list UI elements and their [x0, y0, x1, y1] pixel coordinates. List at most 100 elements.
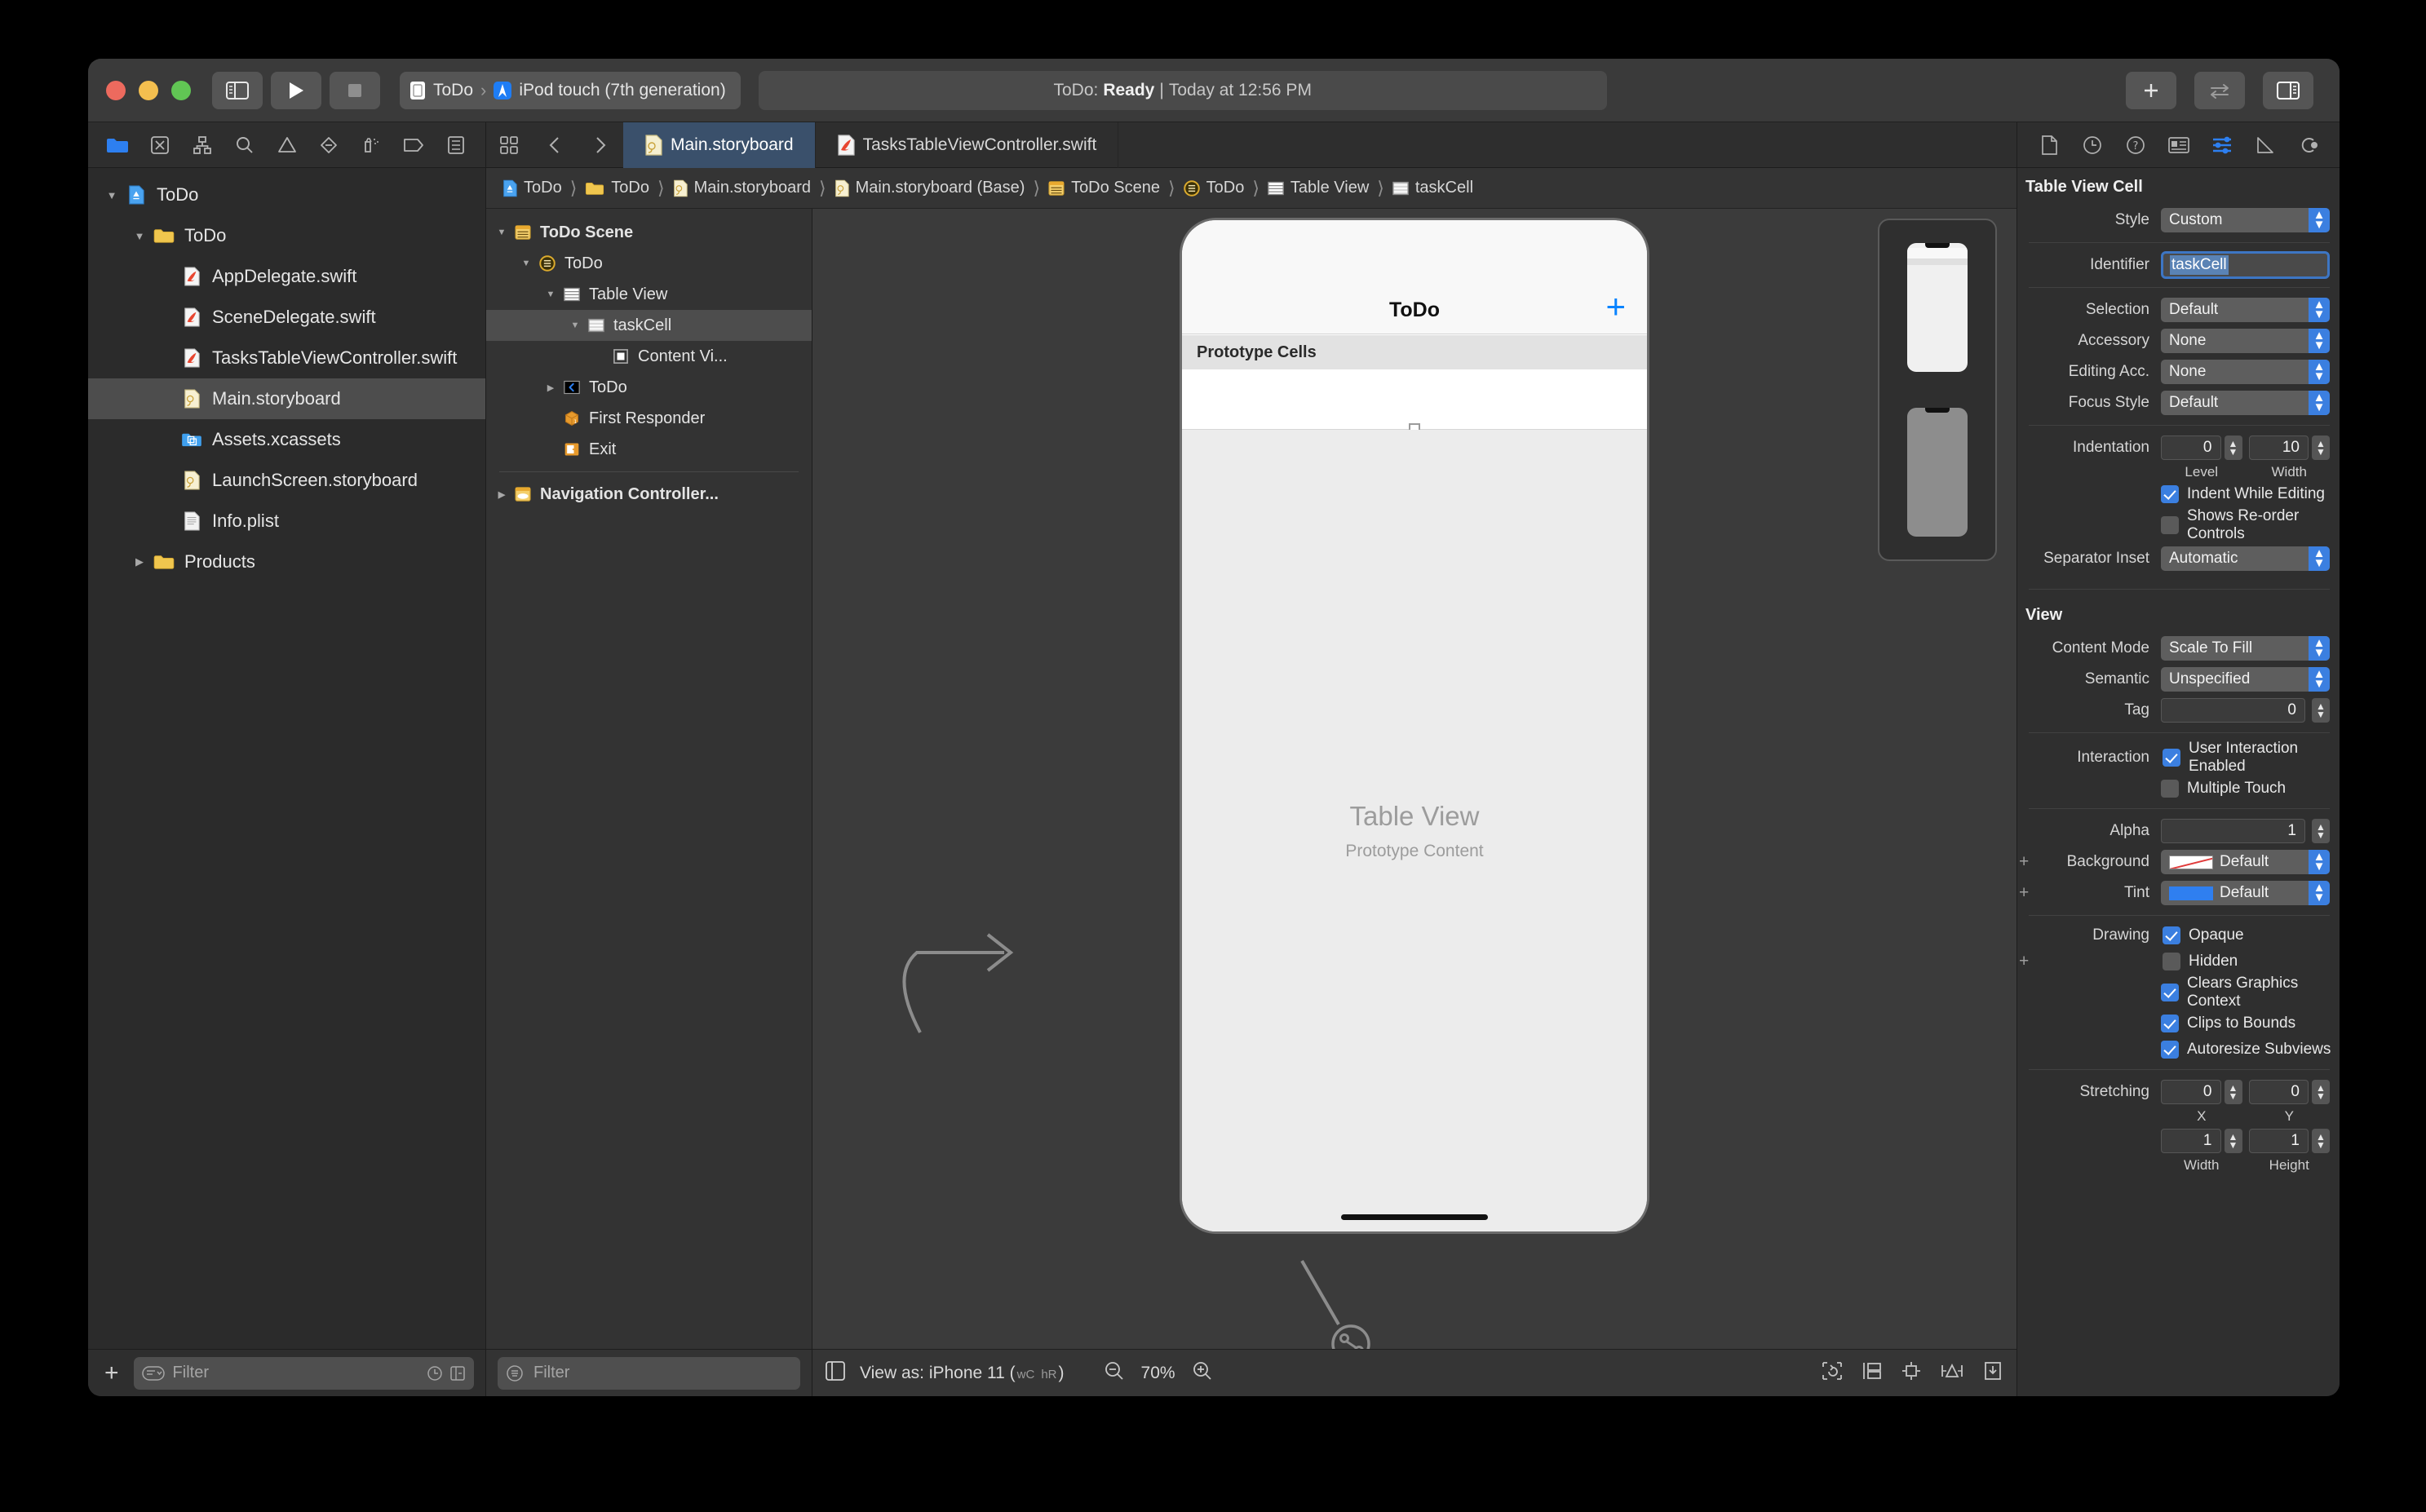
breadcrumb-item[interactable]: ToDo Scene	[1043, 179, 1165, 197]
clips-to-bounds-row[interactable]: Clips to Bounds	[2017, 1010, 2340, 1037]
breadcrumb-item[interactable]: Main.storyboard	[668, 179, 816, 198]
file-tree-row[interactable]: Main.storyboard	[88, 378, 485, 419]
file-tree-row[interactable]: Info.plist	[88, 501, 485, 542]
jump-bar-breadcrumb[interactable]: ToDo ⟩ ToDo ⟩ Main.storyboard ⟩ Main.storyboar…	[486, 168, 2017, 209]
style-popup[interactable]: Custom ▲ ▼	[2161, 208, 2330, 232]
indentation-level-stepper[interactable]: ▲ ▼	[2224, 435, 2242, 460]
source-control-navigator-tab[interactable]	[139, 126, 181, 164]
multiple-touch-row[interactable]: Multiple Touch	[2017, 776, 2340, 802]
outline-filter-field[interactable]: Filter	[498, 1356, 800, 1390]
zoom-in-button[interactable]	[1192, 1360, 1213, 1386]
add-file-button[interactable]: +	[100, 1360, 124, 1386]
add-editor-button[interactable]	[2126, 71, 2176, 109]
zoom-out-button[interactable]	[1104, 1360, 1125, 1386]
multiple-touch-checkbox[interactable]	[2161, 780, 2179, 798]
file-tree-row[interactable]: TasksTableViewController.swift	[88, 338, 485, 378]
indent-while-editing-checkbox[interactable]	[2161, 485, 2179, 503]
add-task-bar-button[interactable]: +	[1605, 290, 1626, 324]
file-tree-row[interactable]: LaunchScreen.storyboard	[88, 460, 485, 501]
view-as-label[interactable]: View as: iPhone 11 (wC hR)	[860, 1364, 1065, 1383]
file-tree-row[interactable]: Assets.xcassets	[88, 419, 485, 460]
project-file-tree[interactable]: ▼ ToDo ▼ ToDo AppDelegate.swift SceneDelegate…	[88, 168, 485, 1349]
alpha-stepper[interactable]: ▲ ▼	[2312, 819, 2330, 843]
file-tree-row[interactable]: SceneDelegate.swift	[88, 297, 485, 338]
disclosure-triangle-right-icon[interactable]: ▶	[129, 555, 150, 568]
editor-tab-tasks-controller[interactable]: TasksTableViewController.swift	[816, 122, 1119, 168]
embed-in-button[interactable]	[1862, 1360, 1883, 1386]
alpha-input[interactable]: 1	[2161, 819, 2305, 843]
add-new-constraints-button[interactable]	[1940, 1360, 1964, 1386]
background-color-popup[interactable]: Default ▲ ▼	[2161, 850, 2330, 874]
file-inspector-tab[interactable]	[2033, 129, 2065, 161]
device-preview-thumbnail[interactable]	[1888, 228, 1987, 387]
breadcrumb-item[interactable]: ToDo	[580, 179, 654, 197]
disclosure-triangle-down-icon[interactable]: ▼	[129, 230, 150, 242]
maximize-window-button[interactable]	[171, 80, 191, 100]
user-interaction-enabled-checkbox[interactable]	[2163, 749, 2180, 767]
hidden-checkbox[interactable]	[2163, 953, 2180, 970]
shows-reorder-controls-checkbox[interactable]	[2161, 516, 2179, 534]
close-window-button[interactable]	[106, 80, 126, 100]
opaque-checkbox[interactable]	[2163, 926, 2180, 944]
breakpoint-navigator-tab[interactable]	[392, 126, 435, 164]
document-outline-toggle-button[interactable]	[826, 1360, 845, 1386]
disclosure-triangle-right-icon[interactable]: ▶	[542, 382, 560, 393]
minimize-window-button[interactable]	[139, 80, 158, 100]
stretch-y-stepper[interactable]: ▲ ▼	[2312, 1080, 2330, 1104]
focus-style-popup[interactable]: Default ▲ ▼	[2161, 391, 2330, 415]
editor-tab-main-storyboard[interactable]: Main.storyboard	[623, 122, 816, 168]
separator-inset-popup[interactable]: Automatic ▲ ▼	[2161, 546, 2330, 571]
issue-navigator-tab[interactable]	[266, 126, 308, 164]
breadcrumb-item[interactable]: taskCell	[1388, 179, 1478, 197]
autoresize-subviews-row[interactable]: Autoresize Subviews	[2017, 1037, 2340, 1063]
tint-color-popup[interactable]: Default ▲ ▼	[2161, 881, 2330, 905]
source-control-filter-icon[interactable]	[449, 1365, 466, 1382]
align-button[interactable]	[1901, 1360, 1922, 1386]
content-mode-popup[interactable]: Scale To Fill ▲ ▼	[2161, 636, 2330, 661]
project-navigator-tab[interactable]	[96, 126, 139, 164]
history-inspector-tab[interactable]	[2076, 129, 2109, 161]
navigate-forward-button[interactable]	[578, 135, 623, 155]
run-button[interactable]	[271, 71, 321, 109]
disclosure-triangle-down-icon[interactable]: ▼	[517, 259, 535, 268]
disclosure-triangle-down-icon[interactable]: ▼	[542, 290, 560, 299]
accessory-popup[interactable]: None ▲ ▼	[2161, 329, 2330, 353]
clips-to-bounds-checkbox[interactable]	[2161, 1015, 2179, 1032]
outline-row[interactable]: ▶ Navigation Controller...	[486, 479, 812, 510]
outline-row[interactable]: ▼ Table View	[486, 279, 812, 310]
prototype-cell-taskcell[interactable]	[1182, 369, 1647, 435]
indentation-level-input[interactable]: 0	[2161, 435, 2221, 460]
stretch-width-input[interactable]: 1	[2161, 1129, 2221, 1153]
breadcrumb-item[interactable]: ToDo	[498, 179, 567, 198]
outline-row[interactable]: ▼ ToDo	[486, 248, 812, 279]
outline-row[interactable]: 1 First Responder	[486, 403, 812, 434]
quick-help-inspector-tab[interactable]: ?	[2119, 129, 2152, 161]
iphone-device-preview[interactable]: ToDo + Prototype Cells Table View Protot…	[1182, 220, 1647, 1231]
autoresize-subviews-checkbox[interactable]	[2161, 1041, 2179, 1059]
update-frames-button[interactable]	[1821, 1360, 1844, 1386]
debug-navigator-tab[interactable]	[350, 126, 392, 164]
outline-row[interactable]: ▶ ToDo	[486, 372, 812, 403]
device-variant-previews[interactable]	[1878, 219, 1997, 561]
disclosure-triangle-down-icon[interactable]: ▼	[493, 228, 511, 237]
assistant-editor-button[interactable]	[2194, 71, 2245, 109]
navigate-back-button[interactable]	[532, 135, 578, 155]
file-tree-row[interactable]: ▼ ToDo	[88, 175, 485, 215]
report-navigator-tab[interactable]	[435, 126, 477, 164]
tag-input[interactable]: 0	[2161, 698, 2305, 723]
test-navigator-tab[interactable]	[308, 126, 350, 164]
file-tree-row[interactable]: AppDelegate.swift	[88, 256, 485, 297]
breadcrumb-item[interactable]: Table View	[1263, 179, 1374, 197]
file-tree-row[interactable]: ▼ ToDo	[88, 215, 485, 256]
device-preview-thumbnail[interactable]	[1888, 393, 1987, 551]
shows-reorder-controls-row[interactable]: Shows Re-order Controls	[2017, 507, 2340, 543]
breadcrumb-item[interactable]: Main.storyboard (Base)	[830, 179, 1030, 198]
stretch-height-input[interactable]: 1	[2248, 1129, 2309, 1153]
attributes-inspector-tab[interactable]	[2206, 129, 2238, 161]
identifier-input[interactable]: taskCell	[2161, 251, 2330, 279]
inspector-toggle-button[interactable]	[2263, 71, 2313, 109]
stretch-height-stepper[interactable]: ▲ ▼	[2312, 1129, 2330, 1153]
outline-row[interactable]: Content Vi...	[486, 341, 812, 372]
disclosure-triangle-down-icon[interactable]: ▼	[101, 189, 122, 201]
stop-button[interactable]	[330, 71, 380, 109]
